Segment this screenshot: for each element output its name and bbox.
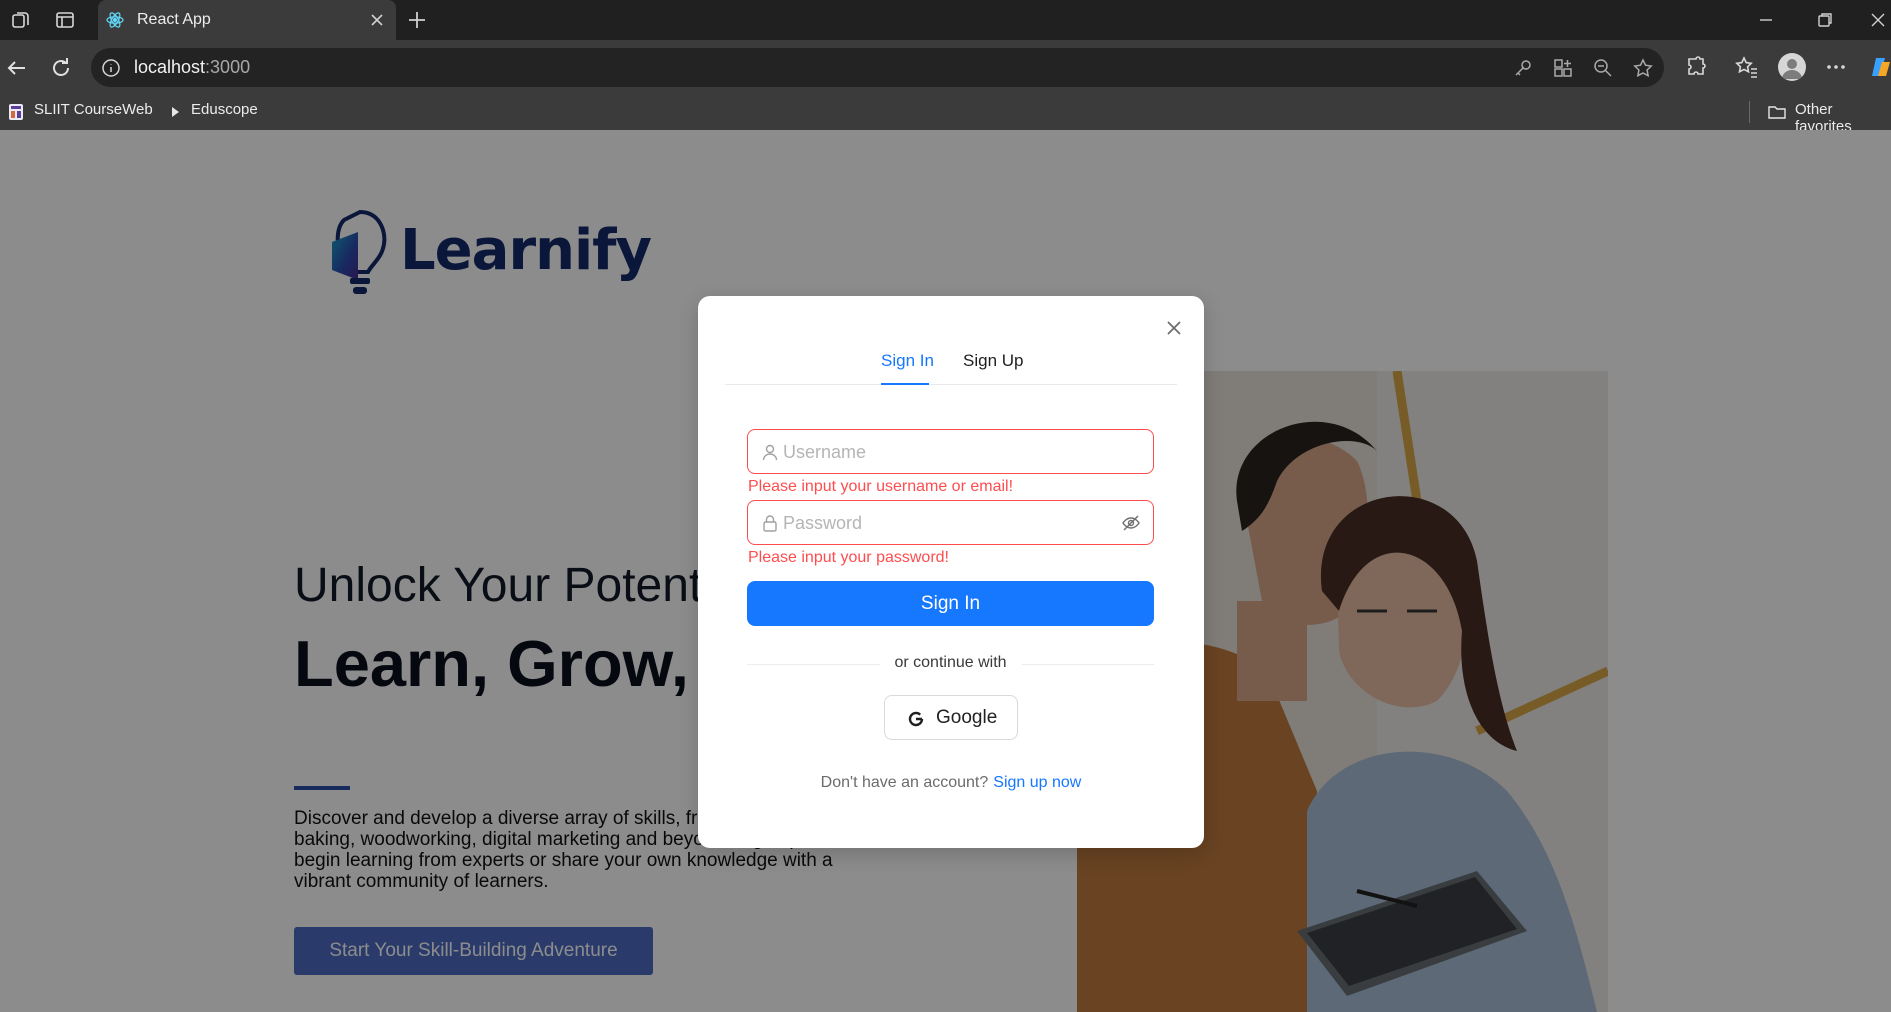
apps-icon[interactable] bbox=[1552, 57, 1574, 79]
password-error: Please input your password! bbox=[748, 549, 949, 566]
auth-modal: Sign In Sign Up Please input your userna… bbox=[698, 296, 1204, 848]
restore-icon[interactable] bbox=[1815, 10, 1835, 30]
browser-titlebar: React App bbox=[0, 0, 1891, 40]
minimize-icon[interactable] bbox=[1756, 10, 1776, 30]
copilot-icon[interactable] bbox=[1868, 54, 1891, 80]
favorites-icon[interactable] bbox=[1733, 54, 1759, 80]
key-icon[interactable] bbox=[1512, 57, 1534, 79]
workspaces-icon[interactable] bbox=[10, 9, 32, 31]
password-input[interactable] bbox=[783, 507, 1113, 539]
sign-in-button[interactable]: Sign In bbox=[747, 581, 1154, 626]
tab-title: React App bbox=[137, 11, 211, 28]
tab-sign-in[interactable]: Sign In bbox=[881, 351, 934, 371]
address-bar[interactable]: localhost:3000 bbox=[91, 48, 1664, 87]
url-text[interactable]: localhost:3000 bbox=[134, 57, 250, 78]
tab-sign-up[interactable]: Sign Up bbox=[963, 351, 1023, 371]
browser-toolbar: localhost:3000 bbox=[0, 40, 1891, 95]
play-icon bbox=[172, 107, 179, 117]
profile-avatar[interactable] bbox=[1778, 53, 1806, 81]
favorite-sliit[interactable]: SLIIT CourseWeb bbox=[34, 101, 153, 118]
tab-actions-icon[interactable] bbox=[54, 9, 76, 31]
username-field[interactable] bbox=[747, 429, 1154, 474]
divider: or continue with bbox=[747, 654, 1154, 672]
zoom-out-icon[interactable] bbox=[1592, 57, 1614, 79]
username-input[interactable] bbox=[783, 436, 1113, 468]
divider-text: or continue with bbox=[879, 654, 1022, 672]
extensions-icon[interactable] bbox=[1683, 54, 1709, 80]
password-field[interactable] bbox=[747, 500, 1154, 545]
active-tab-indicator bbox=[881, 383, 929, 385]
close-tab-icon[interactable] bbox=[366, 9, 388, 31]
lock-icon bbox=[763, 515, 777, 532]
reload-icon[interactable] bbox=[48, 55, 74, 81]
new-tab-icon[interactable] bbox=[405, 8, 429, 32]
google-icon bbox=[908, 711, 924, 727]
back-icon[interactable] bbox=[4, 55, 30, 81]
react-logo-icon bbox=[106, 12, 124, 28]
google-button[interactable]: Google bbox=[884, 695, 1018, 740]
signup-prompt-text: Don't have an account? bbox=[820, 774, 989, 791]
signup-prompt: Don't have an account? Sign up now bbox=[698, 774, 1204, 792]
username-error: Please input your username or email! bbox=[748, 478, 1014, 495]
star-icon[interactable] bbox=[1632, 57, 1654, 79]
favorites-separator bbox=[1749, 101, 1750, 123]
close-window-icon[interactable] bbox=[1868, 10, 1888, 30]
page-viewport: Learnify Unlock Your Potential Learn, Gr… bbox=[0, 130, 1891, 1012]
user-icon bbox=[762, 444, 778, 461]
eye-slash-icon[interactable] bbox=[1121, 513, 1141, 533]
sign-up-link[interactable]: Sign up now bbox=[993, 774, 1081, 791]
favorite-eduscope[interactable]: Eduscope bbox=[191, 101, 258, 118]
sliit-favicon-icon bbox=[9, 104, 23, 120]
user-avatar-icon bbox=[1782, 59, 1802, 79]
browser-tab[interactable]: React App bbox=[98, 0, 396, 40]
google-label: Google bbox=[936, 707, 998, 728]
favorites-bar: SLIIT CourseWeb Eduscope Other favorites bbox=[0, 95, 1891, 135]
auth-tabs: Sign In Sign Up bbox=[725, 336, 1177, 385]
more-icon[interactable] bbox=[1823, 54, 1849, 80]
folder-icon bbox=[1768, 106, 1786, 119]
info-icon[interactable] bbox=[101, 58, 121, 78]
